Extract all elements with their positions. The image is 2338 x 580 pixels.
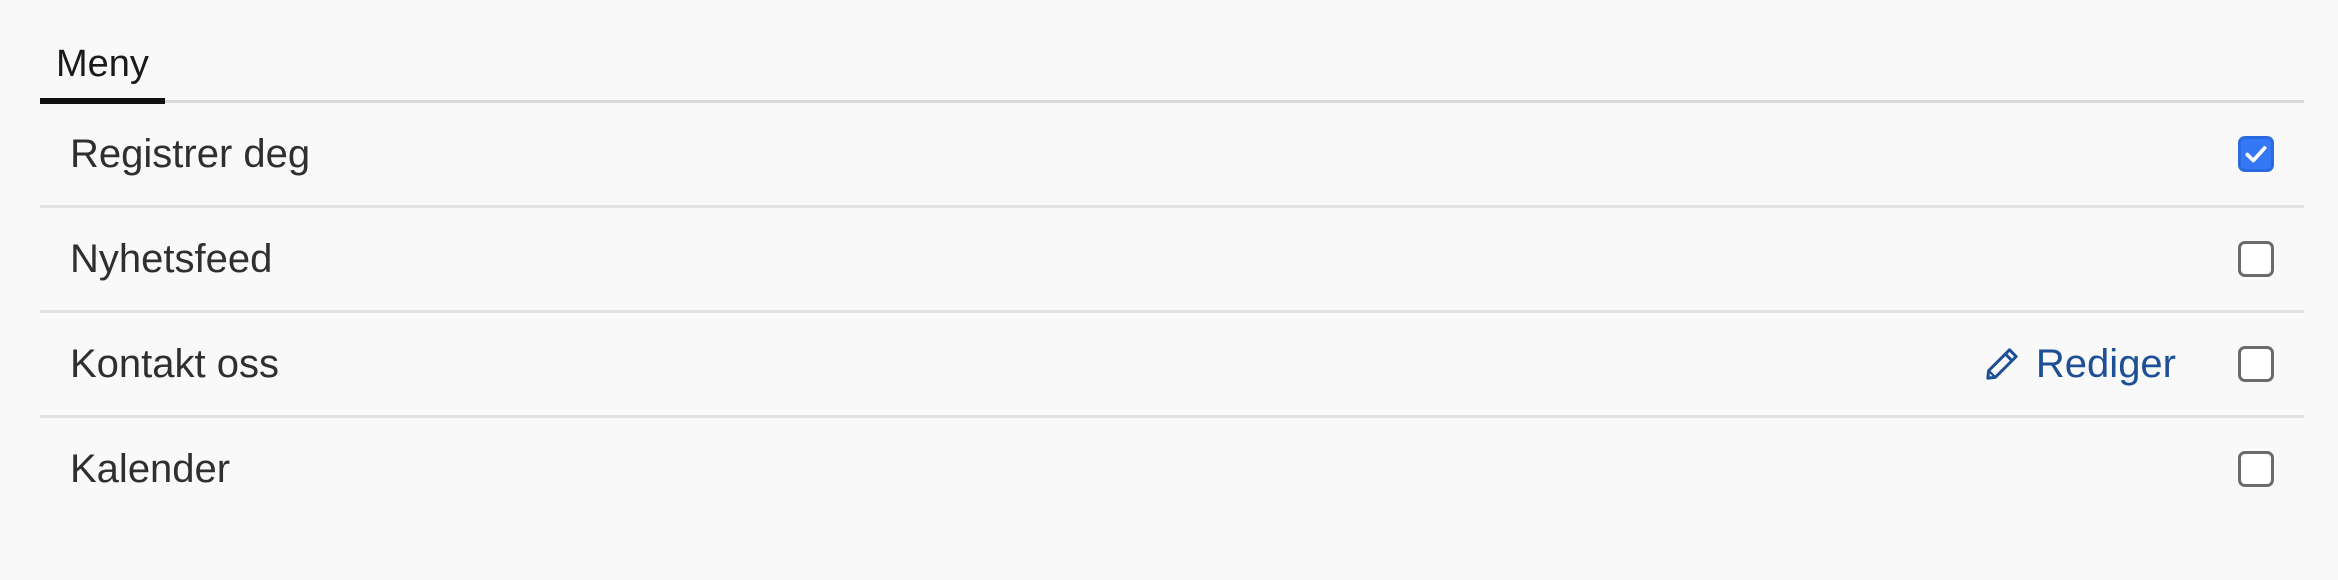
menu-item-checkbox-nyhetsfeed[interactable]	[2238, 241, 2274, 277]
menu-item-kalender: Kalender	[40, 418, 2304, 520]
menu-item-list: Registrer deg Nyhetsfeed Kontakt oss Red	[40, 103, 2304, 520]
menu-item-kontakt-oss: Kontakt oss Rediger	[40, 313, 2304, 418]
tab-meny[interactable]: Meny	[40, 4, 165, 104]
menu-item-label: Nyhetsfeed	[70, 236, 273, 281]
edit-link[interactable]: Rediger	[1982, 342, 2176, 387]
menu-item-checkbox-registrer-deg[interactable]	[2238, 136, 2274, 172]
menu-item-checkbox-kontakt-oss[interactable]	[2238, 346, 2274, 382]
checkmark-icon	[2245, 146, 2267, 163]
menu-item-checkbox-kalender[interactable]	[2238, 451, 2274, 487]
menu-panel: Meny Registrer deg Nyhetsfeed Kontakt os…	[40, 0, 2304, 520]
menu-item-label: Kontakt oss	[70, 341, 280, 386]
pencil-icon	[1986, 348, 2018, 380]
menu-item-label: Registrer deg	[70, 131, 311, 176]
tab-bar: Meny	[40, 0, 2304, 104]
tab-meny-label: Meny	[56, 43, 149, 85]
menu-item-registrer-deg: Registrer deg	[40, 103, 2304, 208]
menu-item-label: Kalender	[70, 446, 231, 491]
menu-item-nyhetsfeed: Nyhetsfeed	[40, 208, 2304, 313]
edit-link-label: Rediger	[2035, 341, 2176, 386]
